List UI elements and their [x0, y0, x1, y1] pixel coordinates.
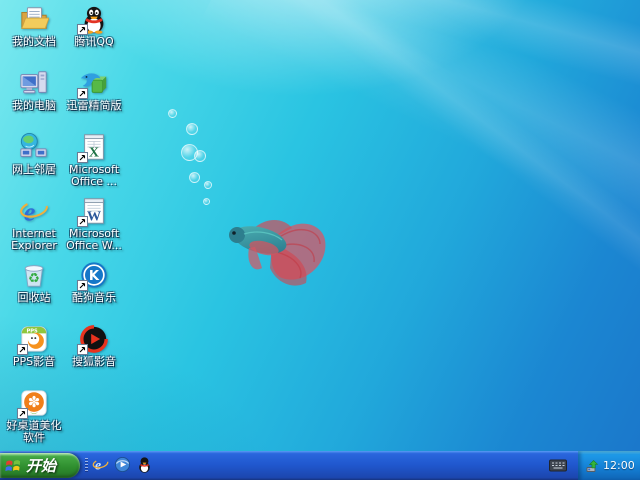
- desktop-icon-label: Microsoft Office W...: [66, 227, 122, 252]
- shortcut-arrow-icon: [17, 408, 28, 419]
- desktop-icon-internet-explorer[interactable]: e Internet Explorer: [3, 196, 65, 260]
- kugou-icon: K: [77, 260, 109, 291]
- quick-launch-handle[interactable]: [85, 458, 88, 473]
- start-button-label: 开始: [26, 457, 57, 475]
- desktop-icon-haozhuodao[interactable]: ✽ 好桌道美化软件: [3, 388, 65, 452]
- internet-explorer-icon: e: [19, 196, 49, 226]
- desktop-icon-label: Internet Explorer: [11, 227, 57, 252]
- my-computer-icon: [19, 68, 49, 98]
- keyboard-icon[interactable]: [549, 459, 567, 472]
- bubble: [194, 150, 206, 162]
- shortcut-arrow-icon: [77, 344, 88, 355]
- shortcut-arrow-icon: [77, 24, 88, 35]
- sohu-icon: [77, 324, 109, 355]
- shortcut-arrow-icon: [17, 344, 28, 355]
- bubble: [168, 109, 177, 118]
- desktop-icon-my-computer[interactable]: 我的电脑: [3, 68, 65, 132]
- desktop-icon-label: 腾讯QQ: [74, 35, 114, 48]
- shortcut-arrow-icon: [77, 280, 88, 291]
- thunder-icon: [77, 68, 109, 99]
- desktop-icon-thunder-lite[interactable]: 迅雷精简版: [63, 68, 125, 132]
- desktop-icon-label: 酷狗音乐: [72, 291, 116, 304]
- recycle-bin-icon: ♻: [19, 260, 49, 290]
- desktop-icon-label: 我的电脑: [12, 99, 56, 112]
- excel-icon: X: [77, 132, 109, 163]
- shortcut-arrow-icon: [77, 216, 88, 227]
- tray-clock[interactable]: 12:00: [603, 459, 635, 472]
- desktop-icon-ms-office-excel[interactable]: X Microsoft Office ...: [63, 132, 125, 196]
- svg-text:e: e: [24, 197, 36, 226]
- desktop-icon-column-2: 腾讯QQ 迅雷精简版 X Microsoft Office ... W Microsoft…: [63, 4, 125, 388]
- desktop-icon-recycle-bin[interactable]: ♻ 回收站: [3, 260, 65, 324]
- desktop-icon-label: 网上邻居: [12, 163, 56, 176]
- desktop-icon-network-places[interactable]: 网上邻居: [3, 132, 65, 196]
- network-places-icon: [19, 132, 49, 162]
- desktop-icon-label: 搜狐影音: [72, 355, 116, 368]
- media-player-quicklaunch-icon[interactable]: [114, 456, 131, 473]
- windows-flag-icon: [5, 460, 21, 472]
- desktop-icon-pps[interactable]: PPS PPS影音: [3, 324, 65, 388]
- svg-text:e: e: [95, 458, 101, 473]
- taskbar: 开始 e » 12:00: [0, 451, 640, 480]
- betta-fish-wallpaper: [229, 220, 326, 286]
- shortcut-arrow-icon: [77, 88, 88, 99]
- ie-quicklaunch-icon[interactable]: e: [92, 456, 109, 473]
- desktop-icon-label: Microsoft Office ...: [68, 163, 120, 188]
- safely-remove-hardware-icon[interactable]: [585, 459, 599, 473]
- desktop-icon-tencent-qq[interactable]: 腾讯QQ: [63, 4, 125, 68]
- desktop-icon-ms-office-word[interactable]: W Microsoft Office W...: [63, 196, 125, 260]
- bubble: [203, 198, 210, 205]
- shortcut-arrow-icon: [77, 152, 88, 163]
- desktop-icon-kugou-music[interactable]: K 酷狗音乐: [63, 260, 125, 324]
- bubble: [189, 172, 200, 183]
- qq-quicklaunch-icon[interactable]: [136, 456, 153, 473]
- bubble: [204, 181, 212, 189]
- desktop-icon-my-documents[interactable]: 我的文档: [3, 4, 65, 68]
- desktop-icon-label: 我的文档: [12, 35, 56, 48]
- svg-text:X: X: [89, 144, 99, 160]
- desktop-icon-label: PPS影音: [12, 355, 56, 368]
- svg-text:W: W: [87, 208, 101, 224]
- svg-text:K: K: [89, 269, 100, 284]
- desktop-icon-column-1: 我的文档我的电脑网上邻居 e Internet Explorer ♻ 回收站 PPS PPS…: [3, 4, 65, 452]
- desktop-icon-label: 迅雷精简版: [66, 99, 122, 112]
- desktop[interactable]: 我的文档 我的电脑 网上邻居 e Internet Explorer ♻ 回收站 PPS PPS…: [0, 0, 640, 480]
- my-documents-icon: [19, 4, 49, 34]
- desktop-icon-sohu-video[interactable]: 搜狐影音: [63, 324, 125, 388]
- start-button[interactable]: 开始: [0, 453, 80, 478]
- qq-icon: [77, 4, 109, 35]
- pps-icon: PPS: [17, 324, 49, 355]
- svg-text:♻: ♻: [28, 272, 40, 287]
- svg-text:✽: ✽: [28, 393, 41, 411]
- desktop-icon-label: 好桌道美化软件: [6, 419, 62, 444]
- haozhuodao-icon: ✽: [17, 388, 49, 419]
- bubble: [186, 123, 198, 135]
- word-icon: W: [77, 196, 109, 227]
- desktop-icon-label: 回收站: [17, 291, 51, 304]
- system-tray: 12:00: [578, 451, 640, 480]
- quick-launch-bar: e: [92, 456, 153, 473]
